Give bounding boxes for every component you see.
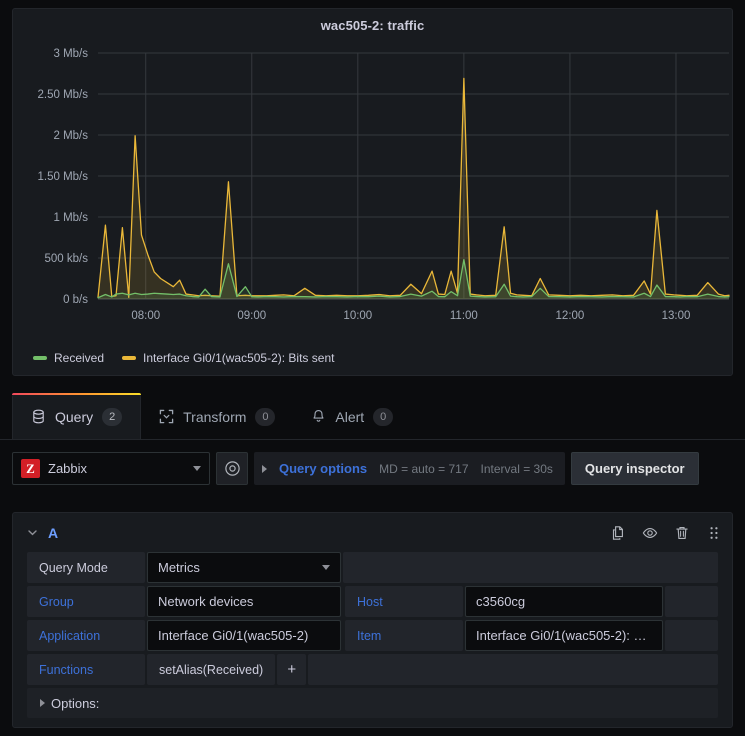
editor-tabs: Query 2 Transform 0 Alert 0 — [0, 394, 745, 440]
svg-text:0 b/s: 0 b/s — [63, 294, 88, 306]
chevron-down-icon — [193, 466, 201, 471]
interval-value: Interval = 30s — [481, 462, 553, 476]
query-mode-row-filler — [343, 552, 718, 583]
help-circle-icon — [224, 460, 241, 477]
query-editor-header: A — [13, 513, 732, 552]
tab-alert[interactable]: Alert 0 — [293, 394, 411, 439]
svg-text:12:00: 12:00 — [556, 310, 585, 322]
application-item-row-filler — [665, 620, 718, 651]
functions-label: Functions — [27, 654, 145, 685]
query-options-expander[interactable]: Options: — [27, 688, 718, 718]
datasource-name: Zabbix — [48, 461, 185, 476]
zabbix-logo-icon: Z — [21, 459, 40, 478]
chart-gridlines — [98, 53, 729, 299]
group-host-row: Group Network devices Host c3560cg — [13, 586, 732, 617]
query-ref-id: A — [48, 525, 58, 541]
legend-label: Interface Gi0/1(wac505-2): Bits sent — [143, 351, 334, 365]
legend-color-swatch — [33, 356, 47, 360]
svg-text:09:00: 09:00 — [237, 310, 266, 322]
query-action-buttons — [610, 525, 722, 541]
chart-plot-area: 0 b/s 500 kb/s 1 Mb/s 1.50 Mb/s 2 Mb/s 2.50 M… — [13, 41, 734, 341]
tab-query-label: Query — [55, 409, 93, 425]
add-function-button[interactable]: + — [277, 654, 306, 685]
query-options-label: Query options — [279, 461, 367, 476]
function-setalias-received[interactable]: setAlias(Received) — [147, 654, 275, 685]
svg-text:08:00: 08:00 — [131, 310, 160, 322]
query-mode-value: Metrics — [158, 560, 200, 575]
chevron-down-icon — [322, 565, 330, 570]
query-inspector-button[interactable]: Query inspector — [571, 452, 699, 485]
functions-row-filler — [308, 654, 718, 685]
host-input[interactable]: c3560cg — [465, 586, 663, 617]
application-label: Application — [27, 620, 145, 651]
chart-series — [98, 78, 729, 299]
bell-icon — [311, 409, 326, 424]
svg-text:2 Mb/s: 2 Mb/s — [53, 130, 88, 142]
group-input[interactable]: Network devices — [147, 586, 341, 617]
tab-transform-label: Transform — [183, 409, 246, 425]
query-editor-A: A — [12, 512, 733, 728]
options-label: Options: — [51, 696, 99, 711]
datasource-row: Z Zabbix Query options MD = auto = 717 I… — [12, 452, 699, 485]
svg-text:3 Mb/s: 3 Mb/s — [53, 48, 88, 60]
eye-icon[interactable] — [642, 525, 658, 541]
svg-text:2.50 Mb/s: 2.50 Mb/s — [38, 89, 89, 101]
application-input[interactable]: Interface Gi0/1(wac505-2) — [147, 620, 341, 651]
datasource-help-button[interactable] — [216, 452, 248, 485]
item-input[interactable]: Interface Gi0/1(wac505-2): … — [465, 620, 663, 651]
legend-item[interactable]: Received — [33, 351, 104, 365]
chart-x-axis-labels: 08:00 09:00 10:00 11:00 12:00 13:00 — [131, 310, 690, 322]
legend-item[interactable]: Interface Gi0/1(wac505-2): Bits sent — [122, 351, 334, 365]
svg-text:500 kb/s: 500 kb/s — [45, 253, 89, 265]
traffic-chart: 0 b/s 500 kb/s 1 Mb/s 1.50 Mb/s 2 Mb/s 2.50 M… — [13, 41, 734, 341]
tab-transform[interactable]: Transform 0 — [141, 394, 293, 439]
group-label: Group — [27, 586, 145, 617]
functions-row: Functions setAlias(Received) + — [13, 654, 732, 685]
host-label: Host — [345, 586, 463, 617]
trash-icon[interactable] — [674, 525, 690, 541]
tab-query[interactable]: Query 2 — [12, 394, 141, 439]
group-host-row-filler — [665, 586, 718, 617]
svg-text:13:00: 13:00 — [662, 310, 691, 322]
chart-legend: Received Interface Gi0/1(wac505-2): Bits … — [33, 351, 344, 365]
panel-title: wac505-2: traffic — [13, 9, 732, 33]
chevron-right-icon — [40, 699, 45, 707]
svg-text:1.50 Mb/s: 1.50 Mb/s — [38, 171, 89, 183]
chevron-right-icon — [262, 465, 267, 473]
query-mode-select[interactable]: Metrics — [147, 552, 341, 583]
chevron-down-icon[interactable] — [27, 527, 38, 538]
transform-icon — [159, 409, 174, 424]
tab-alert-badge: 0 — [373, 408, 393, 426]
graph-panel: wac505-2: traffic 0 b/s 500 kb/s 1 Mb/s 1.5… — [12, 8, 733, 376]
item-label: Item — [345, 620, 463, 651]
datasource-picker[interactable]: Z Zabbix — [12, 452, 210, 485]
chart-y-axis-labels: 0 b/s 500 kb/s 1 Mb/s 1.50 Mb/s 2 Mb/s 2.50 M… — [38, 48, 89, 306]
duplicate-query-icon[interactable] — [610, 525, 626, 541]
tab-transform-badge: 0 — [255, 408, 275, 426]
drag-handle-icon[interactable] — [706, 525, 722, 541]
query-mode-row: Query Mode Metrics — [13, 552, 732, 583]
query-options-toggle[interactable]: Query options MD = auto = 717 Interval =… — [254, 452, 565, 485]
database-icon — [31, 409, 46, 424]
svg-text:11:00: 11:00 — [450, 310, 478, 322]
legend-label: Received — [54, 351, 104, 365]
svg-text:1 Mb/s: 1 Mb/s — [53, 212, 88, 224]
tab-alert-label: Alert — [335, 409, 364, 425]
application-item-row: Application Interface Gi0/1(wac505-2) It… — [13, 620, 732, 651]
tab-query-badge: 2 — [102, 408, 122, 426]
max-data-points-value: MD = auto = 717 — [379, 462, 468, 476]
svg-text:10:00: 10:00 — [343, 310, 372, 322]
legend-color-swatch — [122, 356, 136, 360]
query-mode-label: Query Mode — [27, 552, 145, 583]
